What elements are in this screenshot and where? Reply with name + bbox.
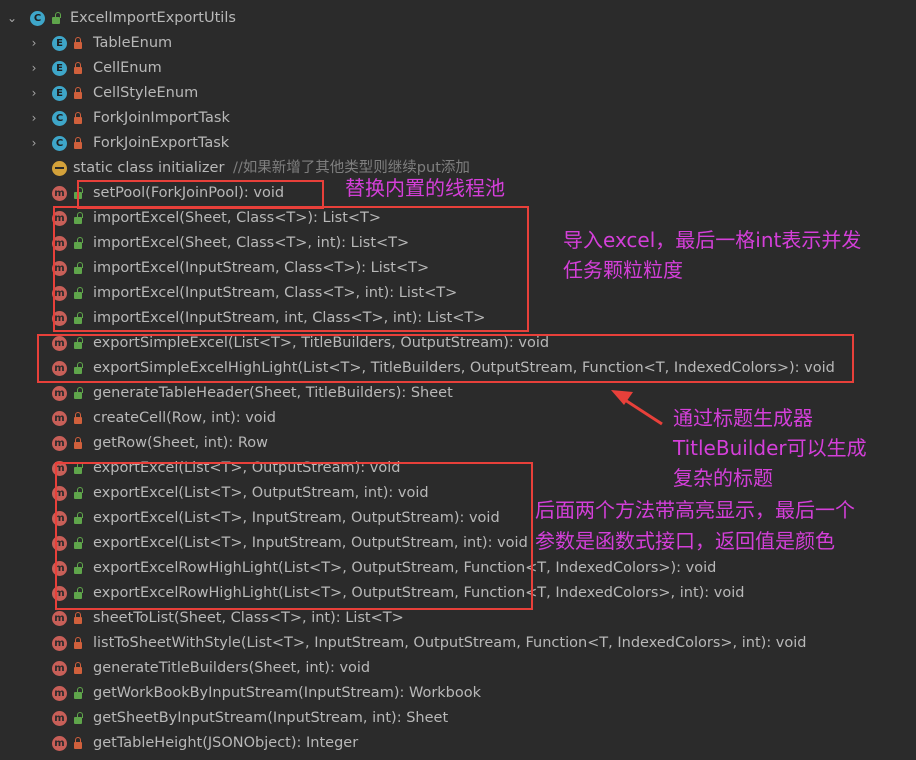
annotation-arrow bbox=[611, 390, 663, 426]
